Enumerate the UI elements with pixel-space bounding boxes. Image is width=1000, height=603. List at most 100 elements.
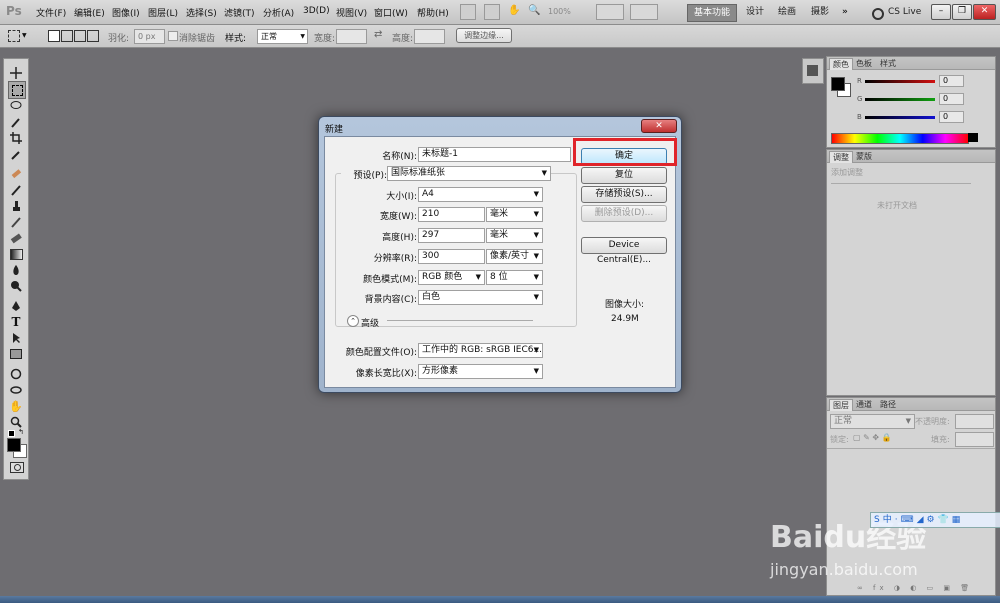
bridge-icon[interactable] — [460, 4, 476, 20]
close-window-button[interactable]: ✕ — [973, 4, 996, 20]
path-selection-icon[interactable] — [8, 330, 24, 346]
rectangle-tool-icon[interactable] — [8, 346, 24, 362]
menu-analysis[interactable]: 分析(A) — [263, 6, 294, 19]
tab-adjustments[interactable]: 调整 — [829, 151, 853, 163]
gradient-tool-icon[interactable] — [8, 246, 24, 262]
menu-filter[interactable]: 滤镜(T) — [224, 6, 255, 19]
dodge-tool-icon[interactable] — [8, 278, 24, 294]
width-input[interactable] — [336, 29, 367, 44]
foreground-color-swatch[interactable] — [831, 77, 845, 91]
menu-3d[interactable]: 3D(D) — [303, 6, 330, 16]
width-input[interactable]: 210 — [418, 207, 485, 222]
resolution-input[interactable]: 300 — [418, 249, 485, 264]
tab-channels[interactable]: 通道 — [853, 399, 875, 410]
name-input[interactable]: 未标题-1 — [418, 147, 571, 162]
height-unit-select[interactable]: 毫米 ▼ — [486, 228, 543, 243]
workspace-design[interactable]: 设计 — [740, 4, 770, 20]
color-profile-select[interactable]: 工作中的 RGB: sRGB IEC6... ▼ — [418, 343, 543, 358]
more-workspaces-icon[interactable]: » — [836, 4, 854, 20]
crop-tool-icon[interactable] — [8, 130, 24, 146]
channel-b-slider[interactable] — [865, 116, 935, 119]
foreground-color-swatch[interactable] — [7, 438, 21, 452]
swap-icon[interactable]: ⇄ — [374, 29, 382, 40]
zoom-level[interactable]: 100% — [548, 7, 571, 16]
healing-brush-icon[interactable] — [8, 166, 24, 182]
dialog-close-button[interactable]: ✕ — [641, 119, 677, 133]
antialias-checkbox[interactable] — [168, 31, 178, 41]
history-brush-icon[interactable] — [8, 214, 24, 230]
blur-tool-icon[interactable] — [8, 262, 24, 278]
quick-mask-icon[interactable] — [10, 462, 24, 473]
layer-actions-icons[interactable]: ∞ fx ◑ ◐ ▭ ▣ 🗑 — [857, 584, 973, 592]
color-spectrum-bar[interactable] — [831, 133, 969, 144]
opacity-input[interactable] — [955, 414, 994, 429]
background-select[interactable]: 白色 ▼ — [418, 290, 543, 305]
eyedropper-icon[interactable] — [8, 146, 24, 162]
3d-orbit-icon[interactable] — [8, 382, 24, 398]
workspace-painting[interactable]: 绘画 — [772, 4, 802, 20]
reset-button[interactable]: 复位 — [581, 167, 667, 184]
lock-icons[interactable]: ▢ ✎ ✥ 🔒 — [853, 433, 892, 442]
blend-mode-select[interactable]: 正常 ▼ — [830, 414, 915, 429]
move-tool-icon[interactable] — [8, 65, 24, 81]
channel-g-slider[interactable] — [865, 98, 935, 101]
fill-input[interactable] — [955, 432, 994, 447]
height-input[interactable] — [414, 29, 445, 44]
zoom-tool-icon[interactable]: 🔍 — [528, 5, 540, 17]
style-select[interactable]: 正常 ▼ — [257, 29, 308, 44]
black-swatch[interactable] — [968, 133, 978, 142]
channel-b-value[interactable]: 0 — [939, 111, 964, 123]
delete-preset-button[interactable]: 删除预设(D)... — [581, 205, 667, 222]
bit-depth-select[interactable]: 8 位 ▼ — [486, 270, 543, 285]
quick-selection-icon[interactable] — [8, 114, 24, 130]
clone-stamp-icon[interactable] — [8, 198, 24, 214]
workspace-photography[interactable]: 摄影 — [805, 4, 835, 20]
brush-tool-icon[interactable] — [8, 182, 24, 198]
preset-select[interactable]: 国际标准纸张 ▼ — [387, 166, 551, 181]
width-unit-select[interactable]: 毫米 ▼ — [486, 207, 543, 222]
tab-layers[interactable]: 图层 — [829, 399, 853, 411]
tab-masks[interactable]: 蒙版 — [853, 151, 875, 162]
restore-button[interactable]: ❐ — [952, 4, 972, 20]
mini-bridge-panel-icon[interactable] — [807, 65, 818, 76]
workspace-essentials[interactable]: 基本功能 — [687, 4, 738, 22]
subtract-selection-icon[interactable] — [74, 30, 86, 42]
screen-mode-button[interactable] — [630, 4, 658, 20]
cslive-button[interactable]: CS Live — [882, 4, 927, 20]
menu-view[interactable]: 视图(V) — [336, 6, 367, 19]
minibridge-icon[interactable] — [484, 4, 500, 20]
channel-g-value[interactable]: 0 — [939, 93, 964, 105]
hand-tool-icon[interactable]: ✋ — [8, 398, 24, 414]
rectangular-marquee-icon[interactable] — [8, 81, 26, 99]
menu-edit[interactable]: 编辑(E) — [74, 6, 105, 19]
channel-r-slider[interactable] — [865, 80, 935, 83]
tab-swatches[interactable]: 色板 — [853, 58, 875, 69]
tab-styles[interactable]: 样式 — [877, 58, 899, 69]
type-tool-icon[interactable]: T — [8, 314, 24, 330]
eraser-icon[interactable] — [8, 230, 24, 246]
pen-tool-icon[interactable] — [8, 298, 24, 314]
pixel-aspect-select[interactable]: 方形像素 ▼ — [418, 364, 543, 379]
swap-colors-icon[interactable]: ↰ — [18, 428, 24, 436]
marquee-tool-icon[interactable] — [8, 30, 20, 42]
refine-edge-button[interactable]: 调整边缘... — [456, 28, 512, 43]
advanced-toggle-icon[interactable]: ⌃ — [347, 315, 359, 327]
channel-r-value[interactable]: 0 — [939, 75, 964, 87]
color-mode-select[interactable]: RGB 颜色 ▼ — [418, 270, 485, 285]
hand-tool-icon[interactable]: ✋ — [508, 5, 520, 17]
save-preset-button[interactable]: 存储预设(S)... — [581, 186, 667, 203]
add-selection-icon[interactable] — [61, 30, 73, 42]
height-input[interactable]: 297 — [418, 228, 485, 243]
device-central-button[interactable]: Device Central(E)... — [581, 237, 667, 265]
minimize-button[interactable]: – — [931, 4, 951, 20]
resolution-unit-select[interactable]: 像素/英寸 ▼ — [486, 249, 543, 264]
intersect-selection-icon[interactable] — [87, 30, 99, 42]
tab-color[interactable]: 颜色 — [829, 58, 853, 70]
arrange-documents-button[interactable] — [596, 4, 624, 20]
feather-input[interactable]: 0 px — [134, 29, 165, 44]
3d-rotate-icon[interactable] — [8, 366, 24, 382]
tool-preset-chevron-icon[interactable]: ▼ — [22, 32, 27, 39]
menu-file[interactable]: 文件(F) — [36, 6, 66, 19]
size-select[interactable]: A4 ▼ — [418, 187, 543, 202]
menu-layer[interactable]: 图层(L) — [148, 6, 178, 19]
